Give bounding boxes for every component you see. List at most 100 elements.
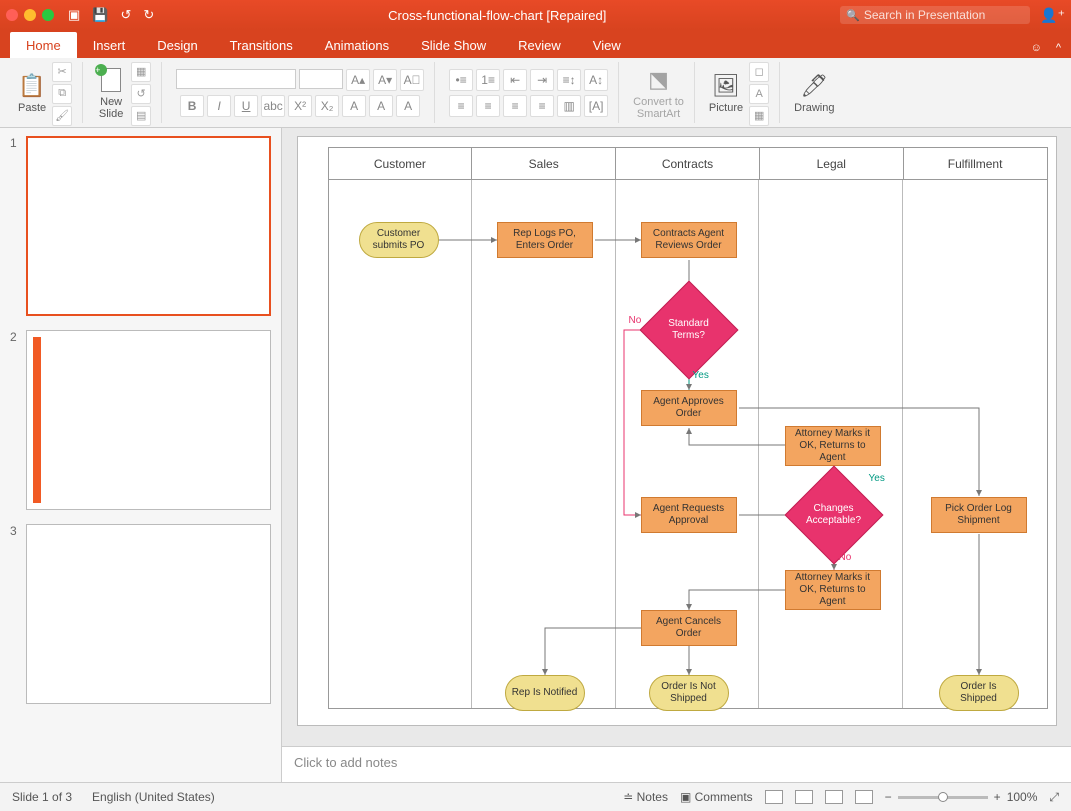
node-rep-logs[interactable]: Rep Logs PO, Enters Order xyxy=(497,222,593,258)
comments-toggle[interactable]: ▣ Comments xyxy=(680,790,753,804)
emoji-icon[interactable]: ☺ xyxy=(1031,42,1042,54)
cut-icon[interactable]: ✂ xyxy=(52,62,72,82)
tab-insert[interactable]: Insert xyxy=(77,32,142,58)
layout-icon[interactable]: ▦ xyxy=(131,62,151,82)
tab-transitions[interactable]: Transitions xyxy=(214,32,309,58)
reading-view-icon[interactable] xyxy=(825,790,843,804)
align-text-icon[interactable]: [A] xyxy=(584,95,608,117)
tab-review[interactable]: Review xyxy=(502,32,577,58)
zoom-slider[interactable] xyxy=(898,796,988,799)
zoom-out-icon[interactable]: − xyxy=(885,790,892,804)
thumbnail-panel[interactable]: 1 2 3 xyxy=(0,128,282,782)
maximize-icon[interactable] xyxy=(42,9,54,21)
node-attorney-ok-1[interactable]: Attorney Marks it OK, Returns to Agent xyxy=(785,426,881,466)
bold-button[interactable]: B xyxy=(180,95,204,117)
outdent-icon[interactable]: ⇤ xyxy=(503,69,527,91)
new-slide-icon: + xyxy=(97,66,125,94)
indent-icon[interactable]: ⇥ xyxy=(530,69,554,91)
increase-font-icon[interactable]: A▴ xyxy=(346,69,370,91)
node-rep-notified[interactable]: Rep Is Notified xyxy=(505,675,585,711)
zoom-level[interactable]: 100% xyxy=(1007,790,1038,804)
numbering-icon[interactable]: 1≡ xyxy=(476,69,500,91)
node-attorney-ok-2[interactable]: Attorney Marks it OK, Returns to Agent xyxy=(785,570,881,610)
node-standard-terms[interactable]: Standard Terms? xyxy=(654,295,724,365)
clear-format-icon[interactable]: A⃠ xyxy=(400,69,424,91)
justify-icon[interactable]: ≡ xyxy=(530,95,554,117)
slideshow-view-icon[interactable] xyxy=(855,790,873,804)
normal-view-icon[interactable] xyxy=(765,790,783,804)
new-slide-button[interactable]: + New Slide xyxy=(97,66,125,120)
language-indicator[interactable]: English (United States) xyxy=(92,790,215,804)
tab-animations[interactable]: Animations xyxy=(309,32,405,58)
superscript-button[interactable]: X² xyxy=(288,95,312,117)
tab-home[interactable]: Home xyxy=(10,32,77,58)
underline-button[interactable]: U xyxy=(234,95,258,117)
share-icon[interactable]: 👤⁺ xyxy=(1040,7,1065,24)
font-family-select[interactable] xyxy=(176,69,296,89)
align-left-icon[interactable]: ≡ xyxy=(449,95,473,117)
thumbnail-1[interactable]: 1 xyxy=(10,136,271,316)
arrange-icon[interactable]: ▦ xyxy=(749,106,769,126)
subscript-button[interactable]: X₂ xyxy=(315,95,339,117)
node-shipped[interactable]: Order Is Shipped xyxy=(939,675,1019,711)
textbox-icon[interactable]: A xyxy=(749,84,769,104)
slide-viewport[interactable]: Customer Sales Contracts Legal Fulfillme… xyxy=(282,128,1071,746)
convert-smartart-button[interactable]: ⬔ Convert to SmartArt xyxy=(633,66,684,120)
picture-button[interactable]: 🖼 Picture xyxy=(709,72,743,114)
tab-view[interactable]: View xyxy=(577,32,637,58)
zoom-control[interactable]: − + 100% xyxy=(885,790,1038,804)
redo-icon[interactable]: ↻ xyxy=(143,7,154,23)
shapes-icon[interactable]: ◻ xyxy=(749,62,769,82)
highlight-icon[interactable]: A xyxy=(369,95,393,117)
search-input[interactable] xyxy=(864,8,1024,22)
thumb-preview[interactable] xyxy=(26,136,271,316)
thumb-preview[interactable] xyxy=(26,330,271,510)
zoom-in-icon[interactable]: + xyxy=(994,790,1001,804)
format-painter-icon[interactable]: 🖌 xyxy=(52,106,72,126)
thumbnail-2[interactable]: 2 xyxy=(10,330,271,510)
thumb-preview[interactable] xyxy=(26,524,271,704)
paste-button[interactable]: 📋 Paste xyxy=(18,72,46,114)
text-effects-icon[interactable]: A xyxy=(342,95,366,117)
copy-icon[interactable]: ⧉ xyxy=(52,84,72,104)
minimize-icon[interactable] xyxy=(24,9,36,21)
tab-slideshow[interactable]: Slide Show xyxy=(405,32,502,58)
strike-button[interactable]: abc xyxy=(261,95,285,117)
node-not-shipped[interactable]: Order Is Not Shipped xyxy=(649,675,729,711)
clipboard-icon: 📋 xyxy=(18,72,46,100)
autosave-icon[interactable]: ▣ xyxy=(68,7,80,23)
node-contracts-review[interactable]: Contracts Agent Reviews Order xyxy=(641,222,737,258)
notes-pane[interactable]: Click to add notes xyxy=(282,746,1071,782)
node-pick-order[interactable]: Pick Order Log Shipment xyxy=(931,497,1027,533)
thumbnail-3[interactable]: 3 xyxy=(10,524,271,704)
node-agent-requests[interactable]: Agent Requests Approval xyxy=(641,497,737,533)
slide[interactable]: Customer Sales Contracts Legal Fulfillme… xyxy=(297,136,1057,726)
text-direction-icon[interactable]: A↕ xyxy=(584,69,608,91)
align-right-icon[interactable]: ≡ xyxy=(503,95,527,117)
drawing-button[interactable]: 🖊 Drawing xyxy=(794,72,834,114)
font-size-select[interactable] xyxy=(299,69,343,89)
align-center-icon[interactable]: ≡ xyxy=(476,95,500,117)
save-icon[interactable]: 💾 xyxy=(92,7,108,23)
collapse-ribbon-icon[interactable]: ^ xyxy=(1056,42,1061,54)
line-spacing-icon[interactable]: ≡↕ xyxy=(557,69,581,91)
undo-icon[interactable]: ↺ xyxy=(120,7,131,23)
reset-icon[interactable]: ↺ xyxy=(131,84,151,104)
edge-label-yes: Yes xyxy=(869,473,885,484)
node-customer-submits[interactable]: Customer submits PO xyxy=(359,222,439,258)
tab-design[interactable]: Design xyxy=(141,32,213,58)
font-color-icon[interactable]: A xyxy=(396,95,420,117)
bullets-icon[interactable]: •≡ xyxy=(449,69,473,91)
node-agent-approves[interactable]: Agent Approves Order xyxy=(641,390,737,426)
notes-toggle[interactable]: ≐ Notes xyxy=(623,790,668,804)
sorter-view-icon[interactable] xyxy=(795,790,813,804)
close-icon[interactable] xyxy=(6,9,18,21)
node-agent-cancels[interactable]: Agent Cancels Order xyxy=(641,610,737,646)
node-changes-acceptable[interactable]: Changes Acceptable? xyxy=(799,480,869,550)
columns-icon[interactable]: ▥ xyxy=(557,95,581,117)
decrease-font-icon[interactable]: A▾ xyxy=(373,69,397,91)
section-icon[interactable]: ▤ xyxy=(131,106,151,126)
fit-window-icon[interactable]: ⤢ xyxy=(1049,790,1059,805)
italic-button[interactable]: I xyxy=(207,95,231,117)
search-box[interactable]: 🔍 xyxy=(840,6,1030,24)
